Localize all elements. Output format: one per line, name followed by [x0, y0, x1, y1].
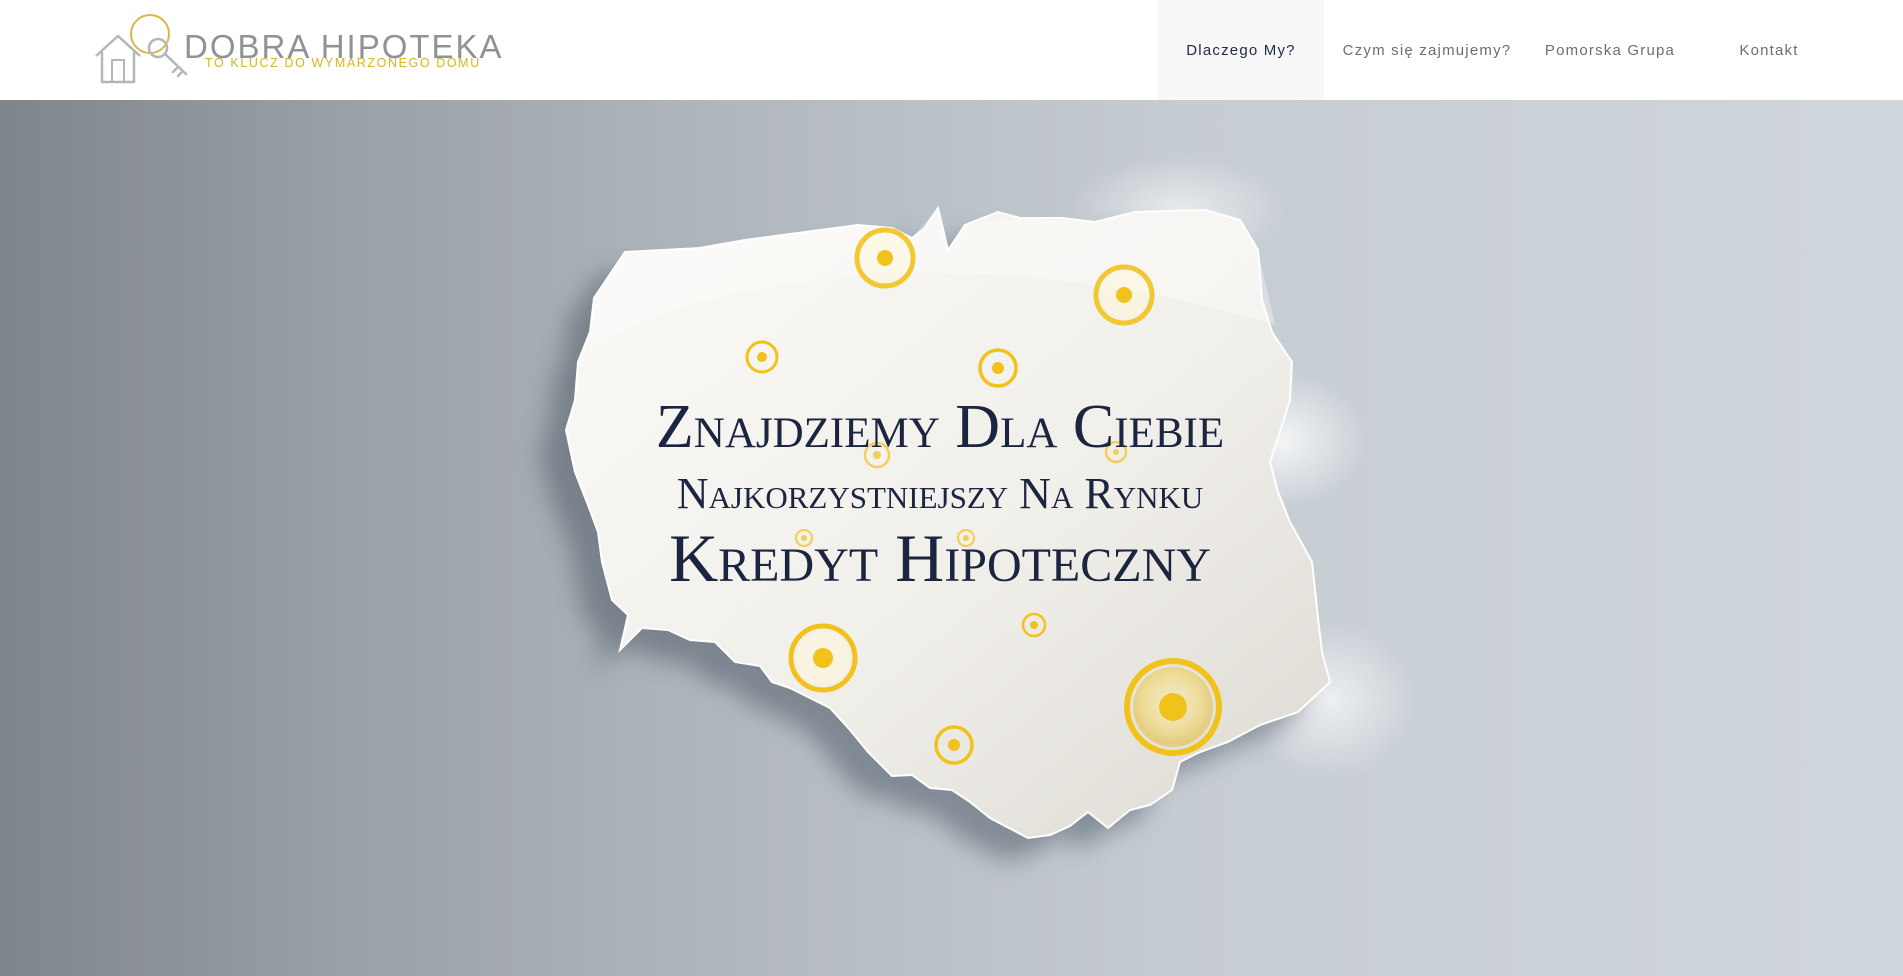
main-nav: Dlaczego My? Czym się zajmujemy? Pomorsk…	[1158, 0, 1903, 100]
nav-item-czym-sie-zajmujemy[interactable]: Czym się zajmujemy?	[1324, 0, 1530, 100]
hero-heading-line2: Najkorzystniejszy Na Rynku	[676, 469, 1204, 518]
location-dot-icon	[788, 623, 858, 693]
logo-tagline: TO KLUCZ DO WYMARZONEGO DOMU	[205, 56, 481, 70]
nav-item-pomorska-grupa[interactable]: Pomorska Grupa	[1530, 0, 1690, 100]
nav-item-kontakt[interactable]: Kontakt	[1690, 0, 1848, 100]
site-header: DOBRA HIPOTEKA TO KLUCZ DO WYMARZONEGO D…	[0, 0, 1903, 100]
nav-item-dlaczego-my[interactable]: Dlaczego My?	[1158, 0, 1324, 100]
location-dot-icon	[1093, 264, 1155, 326]
location-dot-icon	[1124, 658, 1222, 756]
hero-banner: Znajdziemy Dla Ciebie Najkorzystniejszy …	[0, 100, 1903, 976]
site-logo[interactable]: DOBRA HIPOTEKA TO KLUCZ DO WYMARZONEGO D…	[88, 8, 548, 92]
house-key-icon	[95, 14, 188, 84]
hero-heading-line1: Znajdziemy Dla Ciebie	[655, 393, 1225, 461]
location-dot-icon	[854, 227, 916, 289]
hero-heading-line3: Kredyt Hipoteczny	[669, 520, 1211, 596]
